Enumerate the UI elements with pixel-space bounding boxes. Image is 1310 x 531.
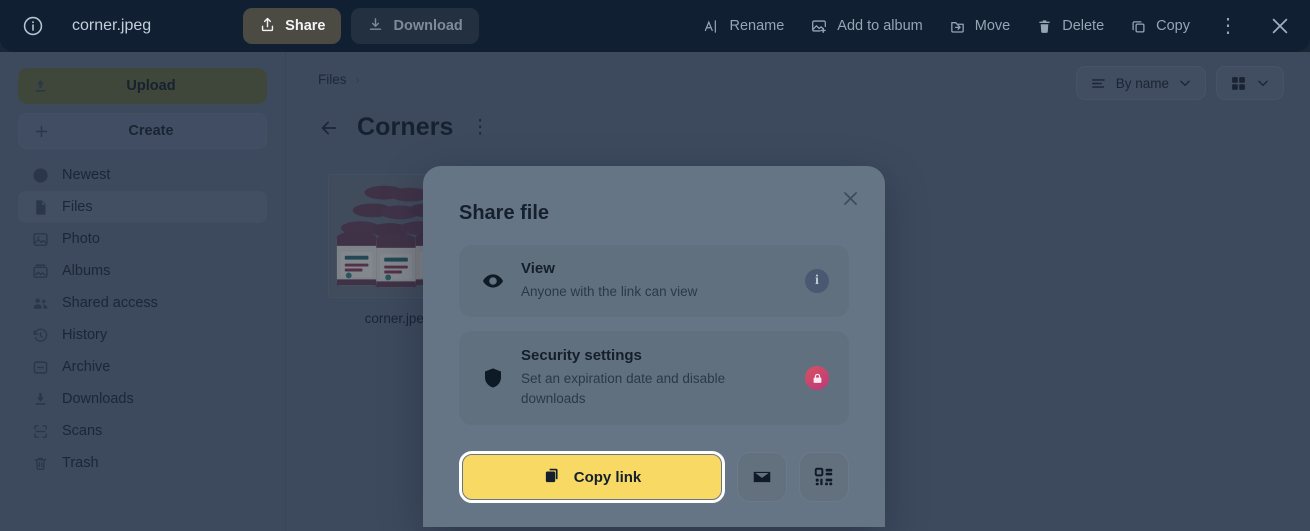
share-option-subtitle: Anyone with the link can view: [521, 284, 698, 300]
top-app-bar: corner.jpeg Share Download Rename Add to…: [0, 0, 1310, 52]
topbar-primary-actions: Share Download: [243, 8, 479, 44]
lock-badge-icon[interactable]: [805, 366, 829, 390]
add-to-album-icon: [810, 17, 828, 35]
move-folder-icon: [949, 18, 966, 35]
qr-code-icon: [813, 466, 835, 488]
rename-text-cursor-icon: [703, 18, 720, 35]
topbar-secondary-actions: Rename Add to album Move Delete Copy ⋮: [703, 14, 1292, 38]
dialog-title: Share file: [459, 202, 550, 224]
share-option-view[interactable]: View Anyone with the link can view i: [459, 245, 849, 317]
move-action[interactable]: Move: [949, 18, 1010, 35]
close-x-icon[interactable]: [1268, 14, 1292, 38]
delete-action[interactable]: Delete: [1036, 18, 1104, 35]
share-upload-icon: [259, 16, 276, 37]
share-option-view-text: View Anyone with the link can view: [521, 260, 789, 302]
download-button-label: Download: [393, 18, 463, 34]
copy-icon: [1130, 18, 1147, 35]
move-action-label: Move: [974, 18, 1011, 34]
rename-action-label: Rename: [729, 18, 785, 34]
add-to-album-action[interactable]: Add to album: [810, 17, 923, 35]
copy-action-label: Copy: [1156, 18, 1190, 34]
more-vertical-icon[interactable]: ⋮: [1216, 16, 1240, 36]
share-qr-code-button[interactable]: [799, 452, 849, 502]
share-option-title: Security settings: [521, 347, 642, 365]
close-x-icon[interactable]: [840, 188, 861, 209]
download-icon: [367, 16, 384, 37]
shield-icon: [481, 366, 505, 390]
share-file-dialog: Share file View Anyone with the link can…: [423, 166, 885, 527]
share-button[interactable]: Share: [243, 8, 342, 44]
copy-icon: [543, 466, 562, 489]
info-circle-icon[interactable]: [22, 15, 44, 37]
share-option-security-settings[interactable]: Security settings Set an expiration date…: [459, 331, 849, 425]
copy-link-focus-ring: Copy link: [459, 451, 725, 503]
eye-icon: [481, 269, 505, 293]
share-option-security-text: Security settings Set an expiration date…: [521, 347, 789, 408]
copy-action[interactable]: Copy: [1130, 18, 1190, 35]
copy-link-button[interactable]: Copy link: [463, 455, 721, 499]
copy-link-button-label: Copy link: [573, 468, 642, 486]
delete-action-label: Delete: [1062, 18, 1105, 34]
download-button[interactable]: Download: [351, 8, 479, 44]
app-root: Upload Create Newest Files Photo Albums …: [0, 0, 1310, 531]
info-badge-icon[interactable]: i: [805, 269, 829, 293]
file-title: corner.jpeg: [72, 17, 152, 34]
share-by-email-button[interactable]: [737, 452, 787, 502]
add-to-album-action-label: Add to album: [837, 18, 923, 34]
share-actions: Copy link: [459, 451, 849, 503]
rename-action[interactable]: Rename: [703, 18, 784, 35]
envelope-icon: [751, 466, 773, 488]
share-option-subtitle: Set an expiration date and disable downl…: [521, 371, 726, 406]
trash-icon: [1036, 18, 1053, 35]
share-button-label: Share: [285, 18, 326, 34]
share-option-title: View: [521, 260, 555, 278]
